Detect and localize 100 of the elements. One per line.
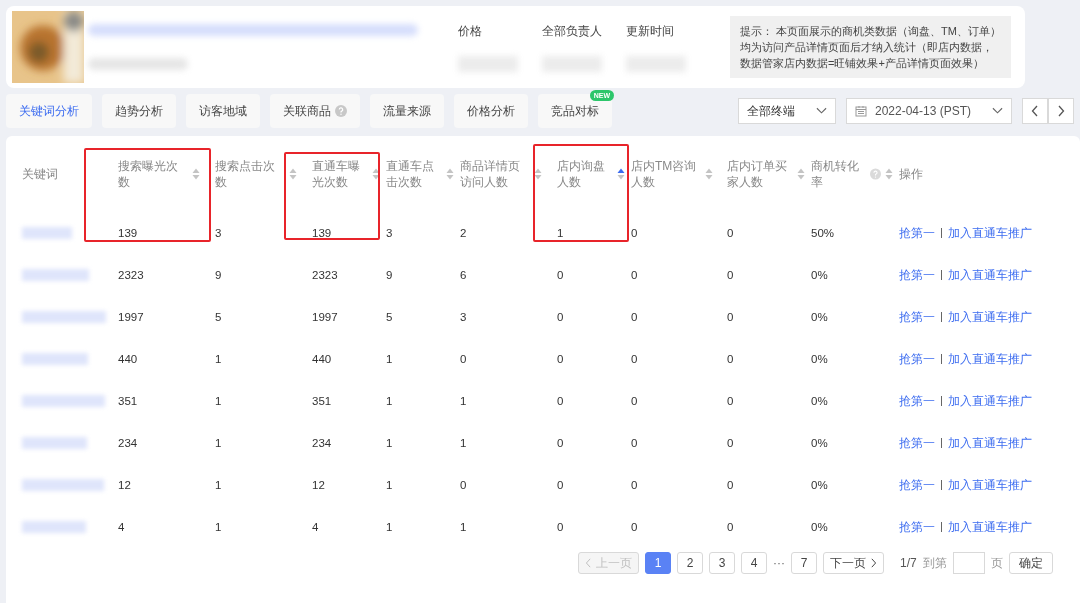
add-promotion-link[interactable]: 加入直通车推广 [948, 225, 1032, 241]
sort-icon[interactable] [534, 168, 542, 180]
column-header: 直通车曝光次数 [312, 158, 361, 190]
table-cell: 3 [215, 227, 222, 239]
table-cell: 0 [727, 269, 734, 281]
tab[interactable]: 关键词分析 [6, 94, 92, 128]
chevron-down-icon [992, 107, 1003, 115]
table-cell: 5 [386, 311, 393, 323]
page-button[interactable]: 3 [709, 552, 735, 574]
add-promotion-link[interactable]: 加入直通车推广 [948, 477, 1032, 493]
table-cell: 0 [460, 353, 467, 365]
column-header: 店内TM咨询人数 [631, 158, 698, 190]
table-cell: 1 [386, 395, 393, 407]
page-button[interactable]: 2 [677, 552, 703, 574]
table-cell: 0 [557, 353, 564, 365]
table-cell: 0 [631, 353, 638, 365]
table-cell: 1997 [118, 311, 144, 323]
bid-first-link[interactable]: 抢第一 [899, 393, 935, 409]
column-header: 关键词 [22, 166, 58, 182]
blurred-keyword [22, 437, 87, 449]
table-cell: 1 [215, 395, 222, 407]
tab[interactable]: 访客地域 [186, 94, 260, 128]
column-header: 店内订单买家人数 [727, 158, 788, 190]
table-cell: 1 [460, 521, 467, 533]
bid-first-link[interactable]: 抢第一 [899, 225, 935, 241]
table-cell: 0 [727, 521, 734, 533]
table-cell: 1 [460, 437, 467, 449]
table-cell: 139 [312, 227, 332, 239]
terminal-select[interactable]: 全部终端 [738, 98, 836, 124]
column-header: 商品详情页访问人数 [460, 158, 521, 190]
tab[interactable]: 趋势分析 [102, 94, 176, 128]
page-ellipsis: ··· [773, 556, 785, 570]
bid-first-link[interactable]: 抢第一 [899, 435, 935, 451]
add-promotion-link[interactable]: 加入直通车推广 [948, 351, 1032, 367]
page-button[interactable]: 7 [791, 552, 817, 574]
page-button[interactable]: 4 [741, 552, 767, 574]
table-cell: 12 [118, 479, 131, 491]
table-cell: 0 [557, 269, 564, 281]
column-header: 店内询盘人数 [557, 158, 606, 190]
table-cell: 50% [811, 227, 835, 239]
table-cell: 0 [727, 353, 734, 365]
blurred-keyword [22, 227, 72, 239]
tab[interactable]: 流量来源 [370, 94, 444, 128]
page-count: 1/7 [900, 556, 917, 570]
table-cell: 3 [386, 227, 393, 239]
add-promotion-link[interactable]: 加入直通车推广 [948, 435, 1032, 451]
tip-text: 提示： 本页面展示的商机类数据（询盘、TM、订单） 均为访问产品详情页面后才纳入统计（即店内数据， 数据管家店内数据=旺铺效果+产品详情页面效果） [730, 16, 1011, 78]
add-promotion-link[interactable]: 加入直通车推广 [948, 309, 1032, 325]
column-header: 搜索曝光次数 [118, 158, 179, 190]
table-cell: 0 [631, 521, 638, 533]
bid-first-link[interactable]: 抢第一 [899, 477, 935, 493]
table-cell: 0 [727, 311, 734, 323]
table-cell: 0 [557, 311, 564, 323]
bid-first-link[interactable]: 抢第一 [899, 309, 935, 325]
table-cell: 1 [215, 437, 222, 449]
bid-first-link[interactable]: 抢第一 [899, 267, 935, 283]
table-cell: 1 [386, 437, 393, 449]
table-cell: 139 [118, 227, 138, 239]
previous-day-button[interactable] [1022, 98, 1048, 124]
bid-first-link[interactable]: 抢第一 [899, 519, 935, 535]
table-cell: 1 [386, 479, 393, 491]
table-cell: 6 [460, 269, 467, 281]
table-cell: 1997 [312, 311, 338, 323]
next-page-button[interactable]: 下一页 [823, 552, 884, 574]
sort-icon[interactable] [617, 168, 625, 180]
add-promotion-link[interactable]: 加入直通车推广 [948, 393, 1032, 409]
chevron-right-icon [870, 558, 877, 568]
tab[interactable]: 价格分析 [454, 94, 528, 128]
table-cell: 2323 [312, 269, 338, 281]
date-picker[interactable]: 2022-04-13 (PST) [846, 98, 1012, 124]
table-cell: 234 [118, 437, 138, 449]
bid-first-link[interactable]: 抢第一 [899, 351, 935, 367]
next-day-button[interactable] [1048, 98, 1074, 124]
table-cell: 1 [215, 521, 222, 533]
confirm-button[interactable]: 确定 [1008, 552, 1053, 574]
table-cell: 2323 [118, 269, 144, 281]
table-cell: 0 [460, 479, 467, 491]
table-cell: 0% [811, 353, 828, 365]
table-cell: 0 [631, 395, 638, 407]
goto-label: 到第 [922, 554, 947, 572]
blurred-keyword [22, 353, 88, 365]
table-cell: 0 [631, 437, 638, 449]
table-cell: 12 [312, 479, 325, 491]
table-cell: 1 [215, 479, 222, 491]
table-cell: 440 [118, 353, 138, 365]
page-button[interactable]: 1 [645, 552, 671, 574]
table-cell: 440 [312, 353, 332, 365]
table-cell: 4 [312, 521, 319, 533]
table-cell: 0 [557, 521, 564, 533]
page-input[interactable] [952, 552, 985, 574]
table-cell: 1 [557, 227, 564, 239]
tab[interactable]: 关联商品 [270, 94, 360, 128]
table-cell: 0 [727, 227, 734, 239]
table-cell: 9 [386, 269, 393, 281]
sort-icon[interactable] [372, 168, 380, 180]
chevron-left-icon [1031, 105, 1039, 117]
add-promotion-link[interactable]: 加入直通车推广 [948, 267, 1032, 283]
blurred-keyword [22, 521, 86, 533]
add-promotion-link[interactable]: 加入直通车推广 [948, 519, 1032, 535]
table-cell: 0% [811, 269, 828, 281]
